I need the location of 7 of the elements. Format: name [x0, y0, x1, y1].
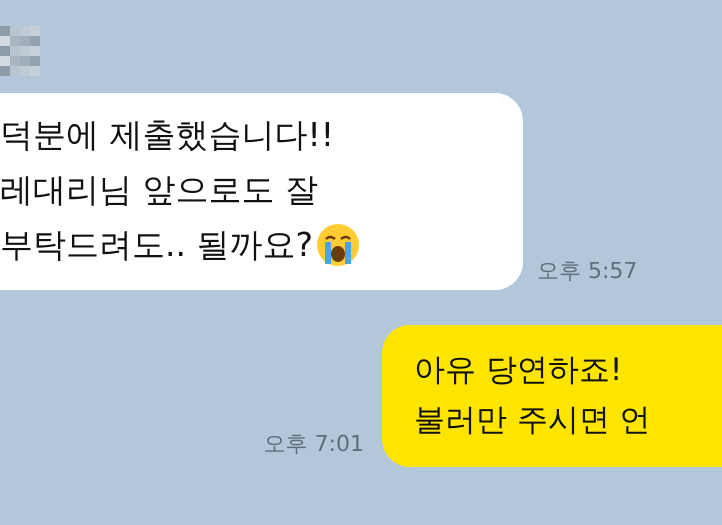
message-text: 불러만 주시면 언 — [414, 401, 651, 440]
message-text: 레대리님 앞으로도 잘 — [0, 169, 318, 211]
message-text: 덕분에 제출했습니다!! — [0, 114, 334, 156]
message-time: 오후 5:57 — [537, 258, 638, 286]
message-time: 오후 7:01 — [264, 431, 364, 459]
message-text: 아유 당연하죠! — [414, 351, 622, 390]
message-text: 부탁드려도.. 될까요? — [0, 224, 313, 266]
